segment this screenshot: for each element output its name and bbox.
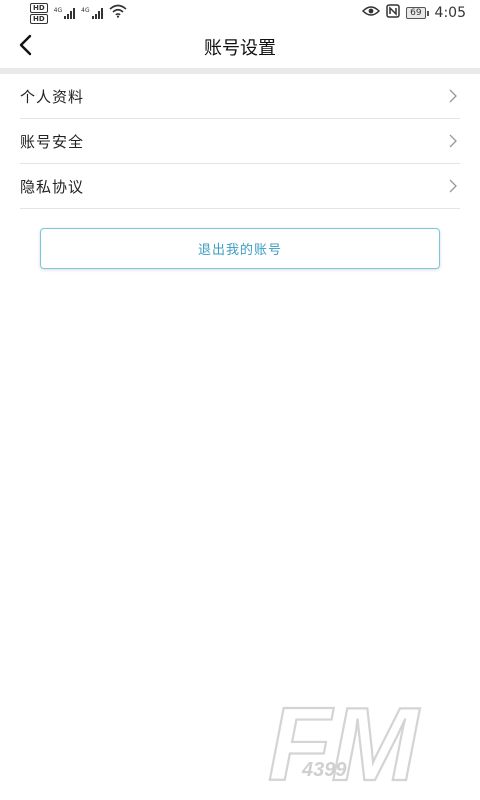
menu-item-privacy-policy[interactable]: 隐私协议 <box>20 164 460 209</box>
status-bar-right: 69 4:05 <box>362 4 466 22</box>
menu-item-label: 隐私协议 <box>20 177 85 196</box>
status-time: 4:05 <box>434 5 466 21</box>
network-type-label: 4G <box>53 7 63 14</box>
cellular-signal-icon: 4G <box>53 7 76 19</box>
logout-button[interactable]: 退出我的账号 <box>40 228 440 269</box>
settings-menu: 个人资料 账号安全 隐私协议 <box>20 74 460 209</box>
menu-item-account-security[interactable]: 账号安全 <box>20 119 460 164</box>
network-type-label: 4G <box>81 7 90 14</box>
nfc-icon <box>386 4 400 22</box>
chevron-right-icon <box>448 133 460 149</box>
chevron-right-icon <box>448 178 460 194</box>
menu-item-label: 账号安全 <box>20 132 85 151</box>
cellular-signal-icon: 4G <box>81 7 103 19</box>
battery-icon: 69 <box>406 7 429 19</box>
app-header: 账号设置 <box>0 26 480 68</box>
battery-level: 69 <box>406 7 426 19</box>
hd-badges: HD HD <box>30 2 48 24</box>
hd-badge: HD <box>30 2 48 13</box>
fm4399-watermark: FM 4399 <box>267 686 448 800</box>
status-bar-left: HD HD 4G 4G <box>30 2 127 24</box>
status-bar: HD HD 4G 4G 69 4:05 <box>0 0 480 26</box>
eye-icon <box>362 5 381 21</box>
wifi-icon <box>109 4 127 22</box>
watermark-number: 4399 <box>301 759 347 781</box>
menu-item-label: 个人资料 <box>20 87 85 106</box>
hd-badge: HD <box>30 13 48 24</box>
chevron-right-icon <box>448 88 460 104</box>
menu-item-profile[interactable]: 个人资料 <box>20 74 460 119</box>
page-title: 账号设置 <box>204 38 276 59</box>
